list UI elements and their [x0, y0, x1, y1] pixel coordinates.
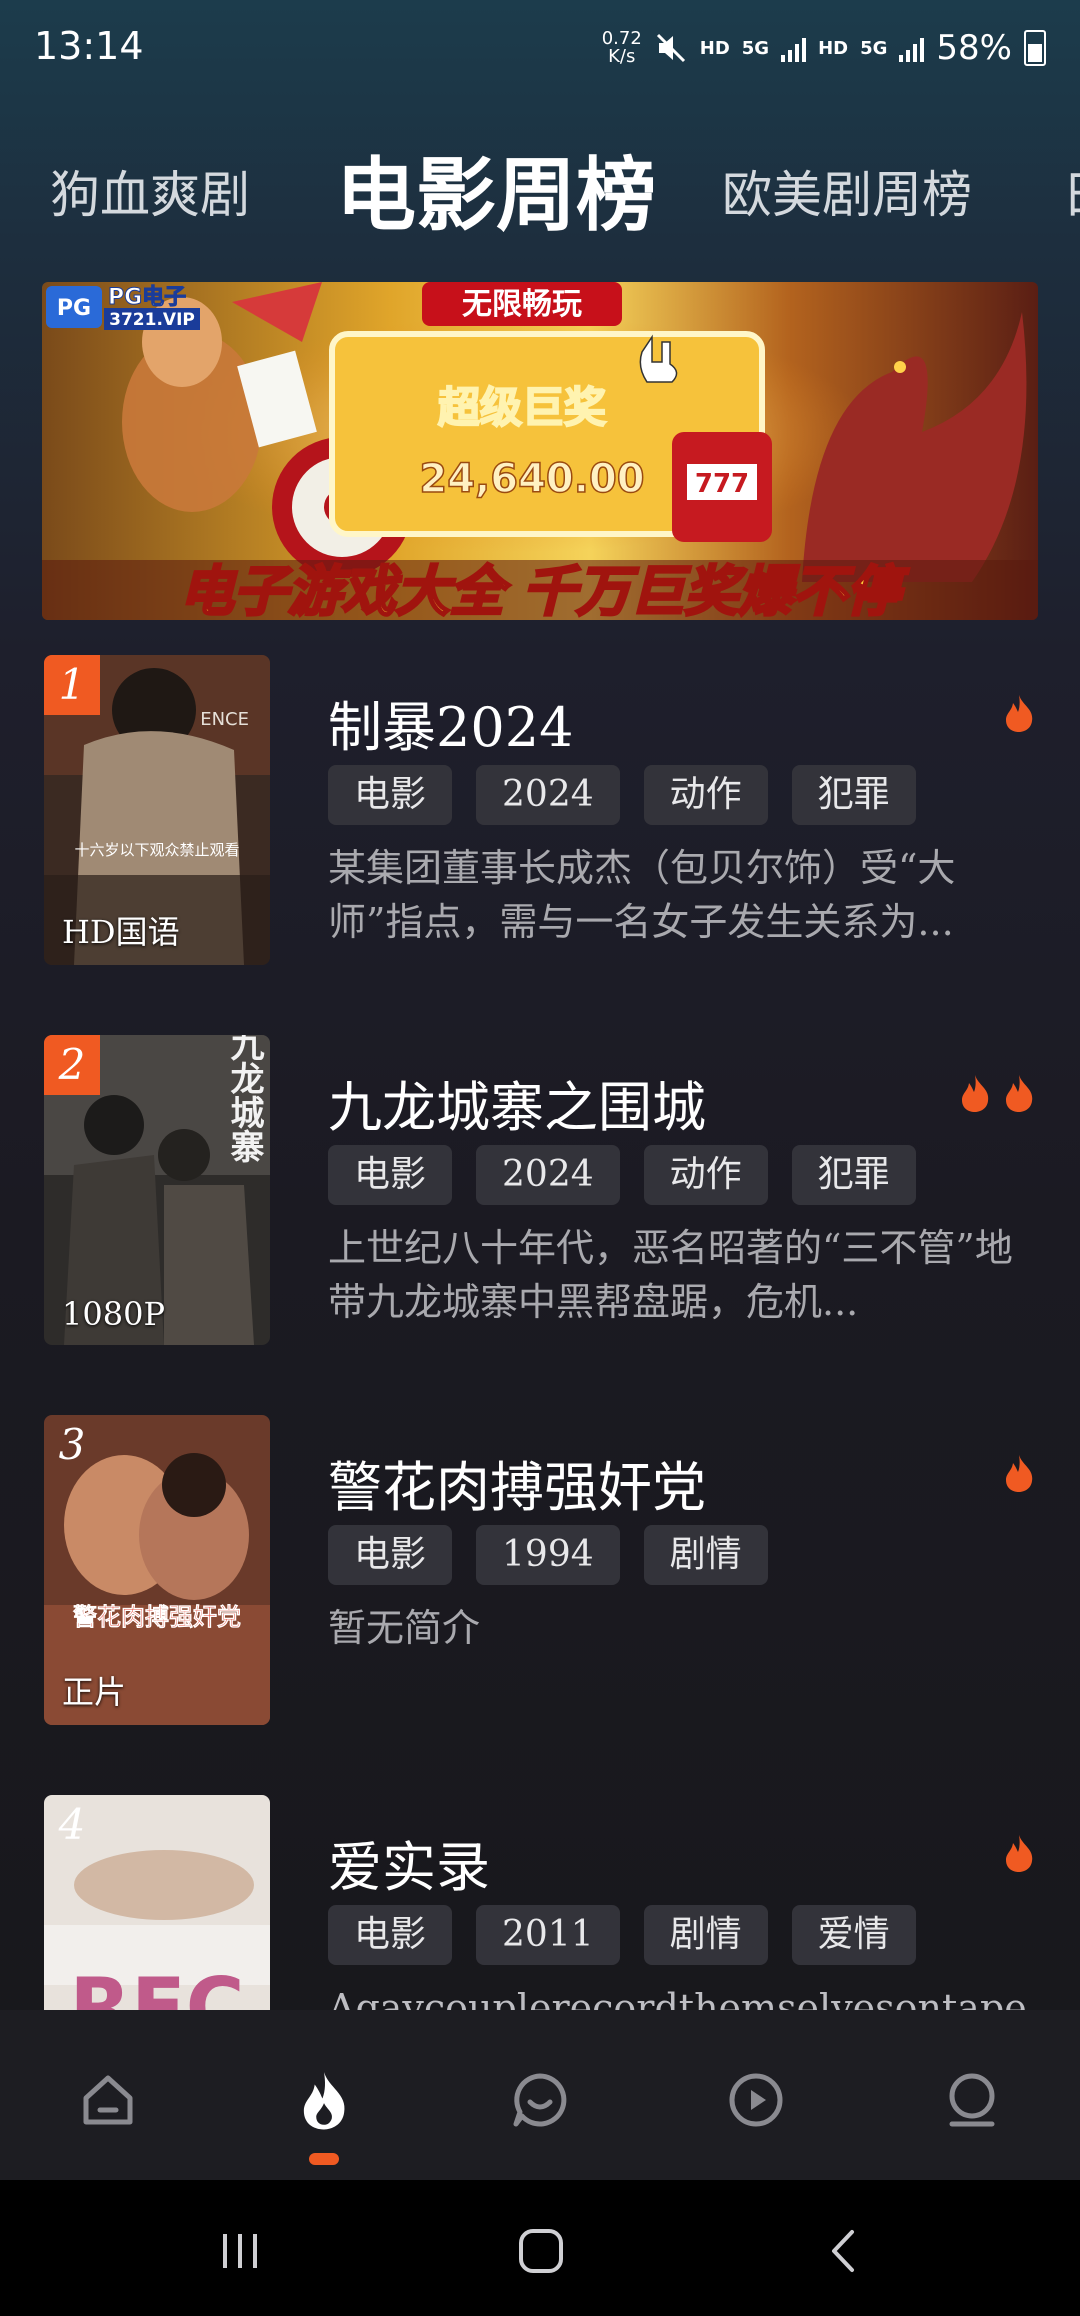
- item-title[interactable]: 爱实录: [328, 1823, 490, 1902]
- nav-play[interactable]: [716, 2060, 796, 2140]
- signal-icon-2: [899, 34, 925, 62]
- tag[interactable]: 剧情: [643, 1905, 768, 1965]
- rank-badge: 2: [44, 1035, 100, 1095]
- tag-list: 电影 2024 动作 犯罪: [328, 765, 916, 825]
- heat-indicator: [1002, 1453, 1036, 1493]
- tab-drama[interactable]: 狗血爽剧: [50, 140, 250, 250]
- tag[interactable]: 1994: [476, 1525, 620, 1585]
- ad-badge: 无限畅玩: [462, 287, 582, 322]
- tag[interactable]: 电影: [328, 1905, 453, 1965]
- list-item[interactable]: 警花肉搏强奸党 3 正片 警花肉搏强奸党 电影 1994 剧情 暂无简介: [0, 1415, 1080, 1735]
- tag-list: 电影 2024 动作 犯罪: [328, 1145, 916, 1205]
- ad-brand: PG电子: [108, 285, 186, 310]
- play-icon: [729, 2073, 783, 2127]
- quality-label: HD国语: [62, 913, 180, 951]
- network-speed: 0.72 K/s: [601, 28, 642, 67]
- battery-icon: [1024, 30, 1046, 66]
- back-icon: [832, 2230, 854, 2272]
- tag[interactable]: 电影: [328, 765, 453, 825]
- tag[interactable]: 2024: [476, 765, 620, 825]
- item-title[interactable]: 九龙城寨之围城: [328, 1063, 706, 1142]
- svg-text:ENCE: ENCE: [200, 709, 249, 730]
- list-item[interactable]: 九龙城寨 2 1080P 九龙城寨之围城 电影 2024 动作 犯罪 上世纪八十…: [0, 1035, 1080, 1355]
- rank-badge: 3: [58, 1420, 86, 1469]
- ad-jackpot-label: 超级巨奖: [438, 383, 606, 432]
- tag[interactable]: 2024: [476, 1145, 620, 1205]
- quality-label: 1080P: [62, 1295, 165, 1333]
- item-title[interactable]: 制暴2024: [328, 683, 573, 762]
- heat-indicator: [1002, 1833, 1036, 1873]
- recents-icon: [223, 2234, 257, 2268]
- tab-western-weekly[interactable]: 欧美剧周榜: [722, 140, 972, 250]
- recents-button[interactable]: [205, 2216, 275, 2286]
- poster[interactable]: 警花肉搏强奸党 3 正片: [44, 1415, 270, 1725]
- status-indicators: 0.72 K/s HD 5G HD 5G 58%: [602, 24, 1046, 72]
- poster[interactable]: 十六岁以下观众禁止观看 ENCE 1 HD国语: [44, 655, 270, 965]
- signal-icon: [781, 34, 807, 62]
- list-item[interactable]: 十六岁以下观众禁止观看 ENCE 1 HD国语 制暴2024 电影 2024 动…: [0, 655, 1080, 975]
- flame-icon: [1006, 695, 1033, 732]
- flame-icon: [1006, 1075, 1033, 1112]
- item-description: 某集团董事长成杰（包贝尔饰）受“大师”指点，需与一名女子发生关系为...: [328, 846, 956, 944]
- profile-icon: [949, 2073, 995, 2127]
- tag[interactable]: 2011: [476, 1905, 620, 1965]
- tag[interactable]: 犯罪: [791, 765, 916, 825]
- tag[interactable]: 电影: [328, 1525, 453, 1585]
- ad-banner-image: 无限畅玩 超级巨奖 24,640.00 777 PG PG电子 3721.VIP…: [42, 282, 1038, 620]
- hd-indicator-2: HD: [818, 37, 849, 59]
- rank-badge: 4: [58, 1800, 86, 1849]
- tag[interactable]: 爱情: [791, 1905, 916, 1965]
- heat-indicator: [958, 1073, 1036, 1113]
- tab-movie-weekly[interactable]: 电影周榜: [336, 140, 656, 250]
- poster-text: 十六岁以下观众禁止观看: [74, 841, 239, 859]
- bottom-nav: [0, 2010, 1080, 2180]
- category-tabs: 狗血爽剧 电影周榜 欧美剧周榜 日: [0, 140, 1080, 250]
- tag[interactable]: 动作: [643, 1145, 768, 1205]
- tag[interactable]: 动作: [643, 765, 768, 825]
- ad-slogan: 电子游戏大全 千万巨奖爆不停: [180, 560, 910, 620]
- home-button-icon: [519, 2229, 563, 2273]
- tag[interactable]: 剧情: [643, 1525, 768, 1585]
- nav-active-indicator: [309, 2153, 339, 2165]
- heat-indicator: [1002, 693, 1036, 733]
- chat-icon: [513, 2073, 567, 2127]
- item-title[interactable]: 警花肉搏强奸党: [328, 1443, 706, 1522]
- mute-icon: [656, 33, 685, 63]
- tag[interactable]: 电影: [328, 1145, 453, 1205]
- battery-percent: 58%: [936, 28, 1012, 68]
- status-bar: 13:14 0.72 K/s HD 5G HD 5G 58%: [0, 0, 1080, 96]
- 5g-indicator: 5G: [741, 37, 770, 59]
- 5g-indicator-2: 5G: [860, 37, 888, 59]
- flame-icon: [962, 1075, 989, 1112]
- poster-text: 警花肉搏强奸党: [72, 1603, 241, 1631]
- tag[interactable]: 犯罪: [791, 1145, 916, 1205]
- nav-profile[interactable]: [932, 2060, 1012, 2140]
- rank-badge: 1: [44, 655, 100, 715]
- home-button[interactable]: [506, 2216, 576, 2286]
- item-description: 暂无简介: [328, 1606, 481, 1650]
- system-nav-bar: [0, 2180, 1080, 2316]
- ad-banner[interactable]: 无限畅玩 超级巨奖 24,640.00 777 PG PG电子 3721.VIP…: [42, 282, 1038, 620]
- nav-chat[interactable]: [500, 2060, 580, 2140]
- item-description: 上世纪八十年代，恶名昭著的“三不管”地带九龙城寨中黑帮盘踞，危机...: [328, 1226, 1013, 1324]
- poster[interactable]: 九龙城寨 2 1080P: [44, 1035, 270, 1345]
- svg-text:777: 777: [695, 469, 749, 499]
- tag-list: 电影 2011 剧情 爱情: [328, 1905, 916, 1965]
- poster-text: 九龙城寨: [224, 1035, 264, 1163]
- ad-jackpot-amount: 24,640.00: [419, 456, 644, 502]
- ad-brand-sub: 3721.VIP: [109, 310, 195, 330]
- status-time: 13:14: [34, 24, 144, 68]
- flame-icon: [303, 2072, 345, 2130]
- flame-icon: [1006, 1455, 1033, 1492]
- nav-home[interactable]: [68, 2060, 148, 2140]
- tag-list: 电影 1994 剧情: [328, 1525, 768, 1585]
- back-button[interactable]: [810, 2216, 880, 2286]
- tab-partial[interactable]: 日: [1062, 140, 1080, 250]
- svg-text:PG: PG: [57, 296, 91, 321]
- hd-indicator: HD: [699, 37, 730, 59]
- quality-label: 正片: [62, 1673, 127, 1711]
- home-icon: [83, 2075, 133, 2125]
- flame-icon: [1006, 1835, 1033, 1872]
- nav-hot[interactable]: [284, 2060, 364, 2140]
